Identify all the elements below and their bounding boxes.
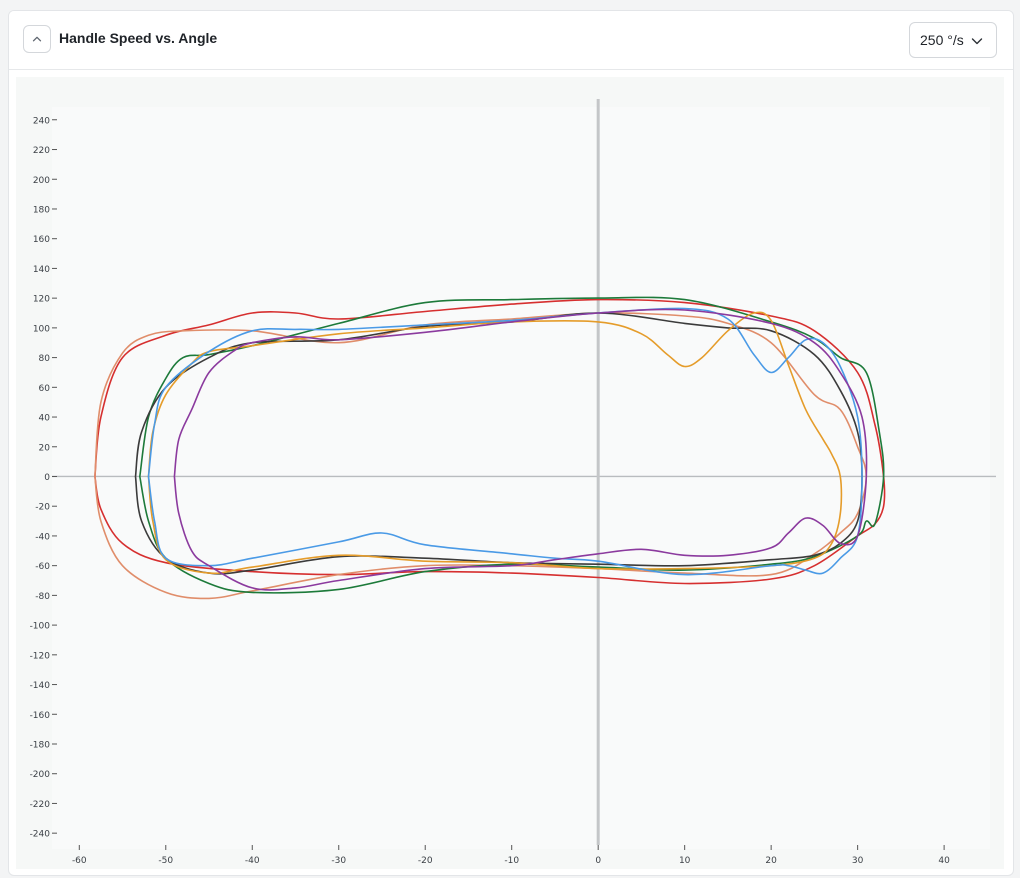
chart-card: Handle Speed vs. Angle 250 °/s 240 220 200… (8, 10, 1014, 876)
y-tick-label: -60 (35, 562, 50, 572)
y-tick-label: 80 (39, 354, 51, 364)
y-tick-label: 140 (33, 265, 50, 275)
collapse-button[interactable] (23, 25, 51, 53)
chevron-up-icon (32, 36, 42, 42)
y-tick-label: -40 (35, 532, 50, 542)
y-tick-label: -200 (30, 770, 51, 780)
y-tick-label: -140 (30, 681, 51, 691)
y-tick-label: -120 (30, 651, 51, 661)
y-tick-label: -160 (30, 711, 51, 721)
y-tick-label: -220 (30, 800, 51, 810)
y-tick-label: -180 (30, 740, 51, 750)
y-tick-label: 60 (39, 384, 51, 394)
speed-scale-select[interactable]: 250 °/s (909, 22, 997, 58)
x-tick-label: -40 (245, 856, 260, 866)
y-tick-label: 120 (33, 295, 50, 305)
x-tick-label: 20 (765, 856, 777, 866)
x-tick-label: 0 (595, 856, 601, 866)
y-tick-label: 240 (33, 116, 50, 126)
chart-svg: 240220200180160140120100806040200-20-40-… (30, 99, 996, 866)
y-tick-label: -100 (30, 622, 51, 632)
y-tick-label: 20 (39, 443, 51, 453)
x-tick-label: -30 (331, 856, 346, 866)
x-tick-label: -10 (504, 856, 519, 866)
plot-background (52, 107, 990, 849)
chevron-down-icon (971, 38, 983, 45)
y-tick-label: -20 (35, 503, 50, 513)
y-tick-label: 180 (33, 205, 50, 215)
y-tick-label: 160 (33, 235, 50, 245)
y-tick-label: 200 (33, 176, 50, 186)
y-tick-label: -80 (35, 592, 50, 602)
y-tick-label: 40 (39, 414, 51, 424)
y-tick-label: 100 (33, 324, 50, 334)
y-tick-label: 220 (33, 146, 50, 156)
y-tick-label: -240 (30, 830, 51, 840)
chart-area: 240 220 200 180 160 140 120 100 80 60 40 20 0 -20 -40-… (16, 77, 1004, 869)
x-tick-label: -60 (72, 856, 87, 866)
x-tick-label: 10 (679, 856, 691, 866)
x-tick-label: 40 (938, 856, 950, 866)
y-tick-label: 0 (44, 473, 50, 483)
chart-title: Handle Speed vs. Angle (59, 30, 218, 46)
x-tick-label: -50 (158, 856, 173, 866)
x-tick-label: -20 (418, 856, 433, 866)
x-tick-label: 30 (852, 856, 864, 866)
card-header: Handle Speed vs. Angle 250 °/s (9, 11, 1013, 70)
speed-scale-value: 250 °/s (920, 32, 964, 48)
